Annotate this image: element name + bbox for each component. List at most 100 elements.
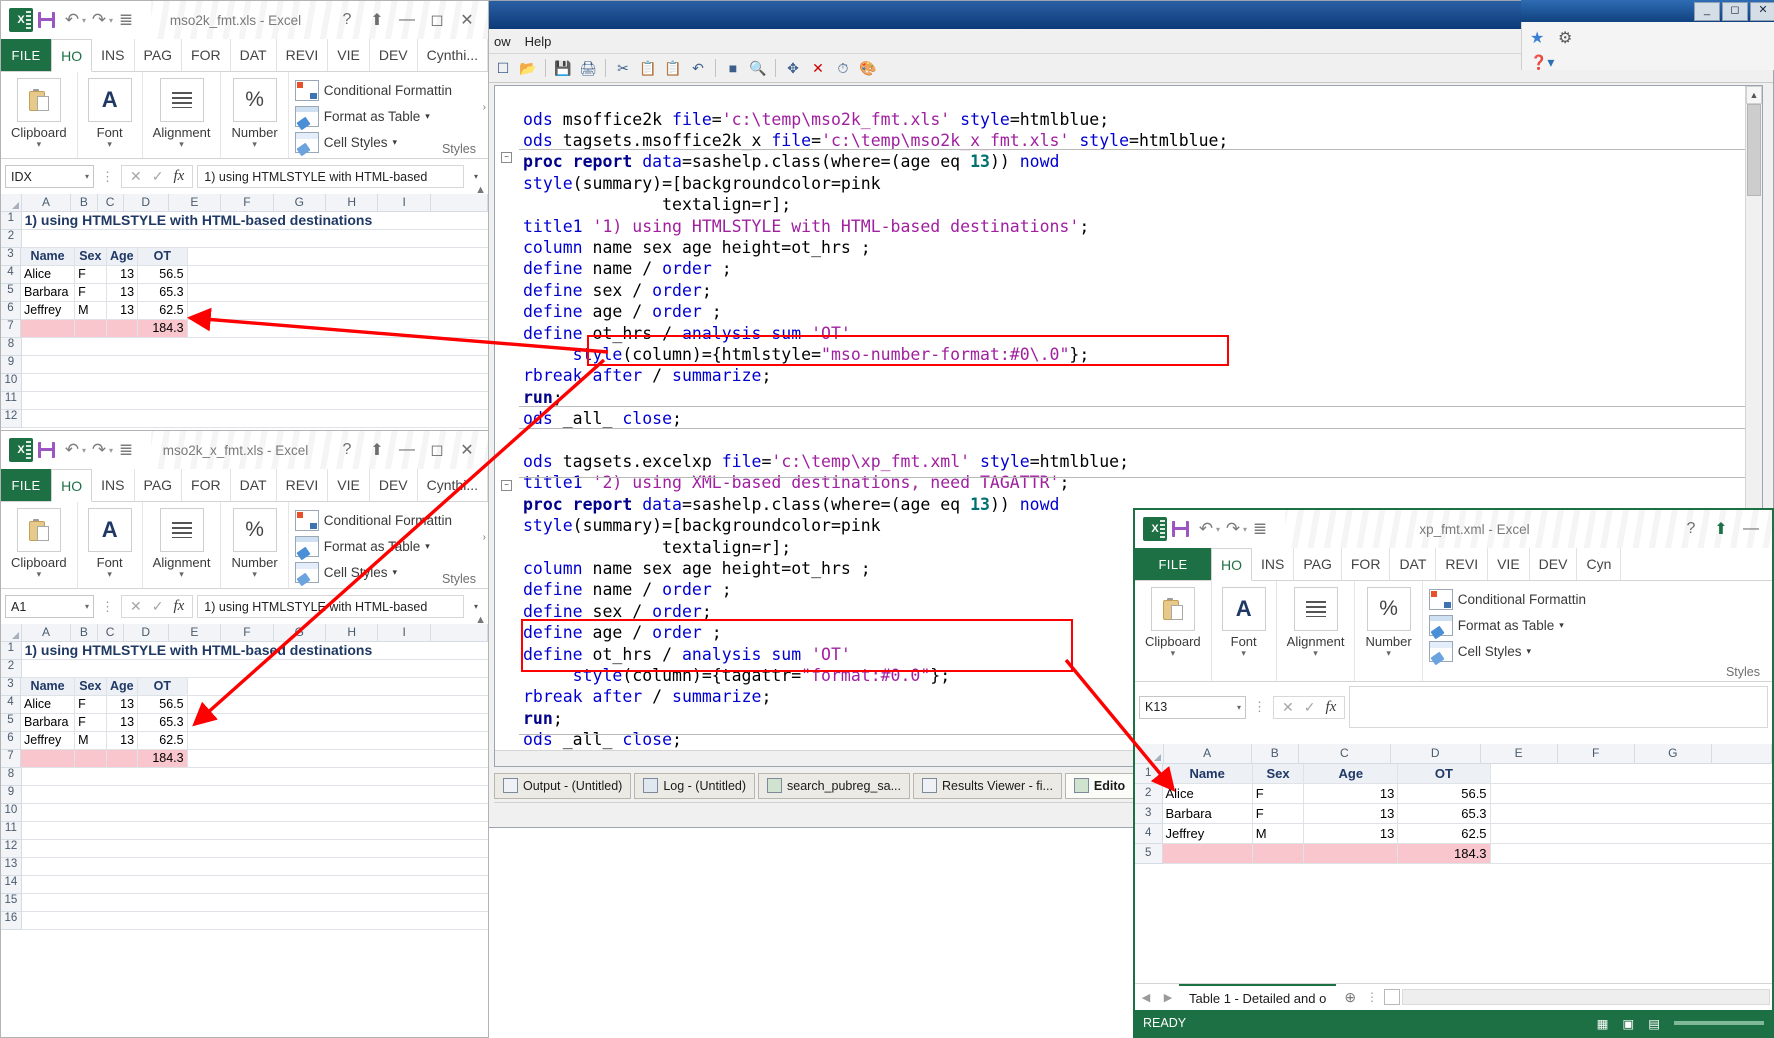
clipboard-icon[interactable] bbox=[16, 78, 61, 122]
cell-age[interactable]: 13 bbox=[106, 732, 139, 750]
table-row[interactable]: 2 Alice F 13 56.5 bbox=[1135, 784, 1772, 804]
cancel-icon[interactable]: ✕ bbox=[130, 598, 142, 615]
tab-page-layout[interactable]: PAG bbox=[135, 39, 183, 71]
chevron-down-icon[interactable]: ▾ bbox=[179, 570, 184, 579]
excel2-formula-bar[interactable]: A1 ▾ ⋮ ✕ ✓ fx 1) using HTMLSTYLE with HT… bbox=[1, 589, 488, 624]
formula-bar-buttons[interactable]: ✕ ✓ fx bbox=[121, 165, 194, 188]
cell-age[interactable]: 13 bbox=[1304, 824, 1399, 844]
cut-icon[interactable]: ✂ bbox=[612, 57, 634, 79]
chevron-down-icon[interactable]: ▾ bbox=[425, 111, 430, 122]
clock-icon[interactable]: ⏱ bbox=[832, 57, 854, 79]
table-row[interactable]: 12 bbox=[1, 410, 488, 428]
copy-icon[interactable]: 📋 bbox=[637, 57, 659, 79]
row-header[interactable]: 9 bbox=[1, 786, 22, 804]
excel2-ribbon[interactable]: Clipboard ▾ A Font ▾ Alignment ▾ % Numbe… bbox=[1, 502, 488, 626]
cell-ot[interactable]: 65.3 bbox=[138, 284, 188, 302]
col-header-h[interactable]: H bbox=[326, 194, 379, 212]
cell-sex[interactable]: F bbox=[75, 696, 107, 714]
ribbon-group-number[interactable]: % Number ▾ bbox=[221, 502, 289, 588]
row-header[interactable]: 3 bbox=[1, 678, 22, 696]
col-header-g[interactable]: G bbox=[273, 194, 327, 212]
tab-insert[interactable]: INS bbox=[92, 469, 135, 501]
tab-cynthia[interactable]: Cyn bbox=[1577, 548, 1622, 580]
sas-tab-output[interactable]: Output - (Untitled) bbox=[494, 772, 632, 799]
summary-cell-name[interactable] bbox=[21, 750, 76, 768]
favorites-star-icon[interactable]: ★ bbox=[1530, 28, 1544, 48]
excel2-ribbon-tabs[interactable]: FILE HO INS PAG FOR DAT REVI VIE DEV Cyn… bbox=[1, 469, 488, 502]
table-header-row[interactable]: 3 Name Sex Age OT bbox=[1, 678, 488, 696]
table-row[interactable]: 8 bbox=[1, 338, 488, 356]
ribbon-group-number[interactable]: % Number ▾ bbox=[1355, 581, 1423, 681]
excel1-ribbon-tabs[interactable]: FILE HO INS PAG FOR DAT REVI VIE DEV Cyn… bbox=[1, 39, 488, 72]
enter-icon[interactable]: ✓ bbox=[152, 598, 164, 615]
enter-icon[interactable]: ✓ bbox=[152, 168, 164, 185]
ribbon-group-styles[interactable]: Conditional Formattin Format as Table ▾ … bbox=[289, 72, 488, 158]
tab-review[interactable]: REVI bbox=[277, 39, 329, 71]
cell-sex[interactable]: M bbox=[1252, 824, 1305, 844]
tab-home[interactable]: HO bbox=[51, 39, 93, 72]
chevron-down-icon[interactable]: ▾ bbox=[37, 140, 42, 149]
table-row[interactable]: 4 Alice F 13 56.5 bbox=[1, 266, 488, 284]
row-header[interactable]: 11 bbox=[1, 392, 22, 410]
header-name[interactable]: Name bbox=[21, 248, 76, 266]
tab-file[interactable]: FILE bbox=[1, 39, 52, 71]
chevron-down-icon[interactable]: ▾ bbox=[1241, 649, 1246, 658]
conditional-formatting-button[interactable]: Conditional Formattin bbox=[294, 507, 482, 533]
header-ot[interactable]: OT bbox=[1398, 764, 1491, 784]
table-row[interactable]: 4 Jeffrey M 13 62.5 bbox=[1135, 824, 1772, 844]
cell-name[interactable]: Jeffrey bbox=[1162, 824, 1253, 844]
header-sex[interactable]: Sex bbox=[1252, 764, 1305, 784]
format-as-table-button[interactable]: Format as Table ▾ bbox=[294, 103, 482, 129]
chevron-down-icon[interactable]: ▾ bbox=[1559, 620, 1564, 631]
find-icon[interactable]: 🔍 bbox=[747, 57, 769, 79]
customize-quick-access-icon[interactable]: ≣ bbox=[1247, 516, 1273, 542]
select-all-corner[interactable] bbox=[1, 194, 22, 212]
row-header[interactable]: 3 bbox=[1, 248, 22, 266]
cell-ot[interactable]: 56.5 bbox=[138, 696, 188, 714]
collapse-ribbon-icon[interactable]: ▲ bbox=[475, 184, 486, 196]
insert-function-icon[interactable]: fx bbox=[173, 598, 184, 615]
header-sex[interactable]: Sex bbox=[75, 248, 107, 266]
tab-page-layout[interactable]: PAG bbox=[135, 469, 183, 501]
row-header[interactable]: 11 bbox=[1, 822, 22, 840]
col-header-b[interactable]: B bbox=[71, 194, 98, 212]
font-icon[interactable]: A bbox=[87, 78, 132, 122]
select-all-corner[interactable] bbox=[1, 624, 22, 642]
row-header[interactable]: 7 bbox=[1, 320, 22, 338]
excel3-ribbon-tabs[interactable]: FILE HO INS PAG FOR DAT REVI VIE DEV Cyn bbox=[1135, 548, 1772, 581]
summary-row[interactable]: 7 184.3 bbox=[1, 320, 488, 338]
save-icon[interactable]: 💾 bbox=[552, 57, 574, 79]
name-box[interactable]: IDX ▾ bbox=[5, 165, 94, 188]
col-header-c[interactable]: C bbox=[1298, 744, 1391, 764]
chevron-down-icon[interactable]: ▾ bbox=[1171, 649, 1176, 658]
summary-cell-sex[interactable] bbox=[75, 320, 107, 338]
new-program-icon[interactable]: ☐ bbox=[492, 57, 514, 79]
ribbon-group-clipboard[interactable]: Clipboard ▾ bbox=[1135, 581, 1212, 681]
format-as-table-button[interactable]: Format as Table ▾ bbox=[1428, 612, 1766, 638]
tab-developer[interactable]: DEV bbox=[370, 469, 418, 501]
summary-cell-age[interactable] bbox=[106, 750, 139, 768]
summary-row[interactable]: 5 184.3 bbox=[1135, 844, 1772, 864]
excel1-grid[interactable]: A B C D E F G H I 1 1) using HTMLSTYLE w… bbox=[1, 194, 488, 428]
sas-tab-search-pubreg[interactable]: search_pubreg_sa... bbox=[758, 772, 910, 799]
tab-view[interactable]: VIE bbox=[328, 469, 370, 501]
cell-sex[interactable]: M bbox=[75, 302, 107, 320]
normal-view-icon[interactable]: ▦ bbox=[1597, 1016, 1609, 1031]
close-icon[interactable]: ✕ bbox=[452, 10, 482, 30]
chevron-down-icon[interactable]: ▾ bbox=[393, 137, 398, 148]
tab-formulas[interactable]: FOR bbox=[182, 39, 231, 71]
menu-item-help[interactable]: Help bbox=[525, 34, 552, 49]
cell-name[interactable]: Jeffrey bbox=[21, 302, 76, 320]
tab-file[interactable]: FILE bbox=[1, 469, 52, 501]
chevron-down-icon[interactable]: ▾ bbox=[252, 570, 257, 579]
header-ot[interactable]: OT bbox=[138, 678, 188, 696]
quick-save-icon[interactable] bbox=[33, 7, 59, 33]
tab-cynthia[interactable]: Cynthi... bbox=[418, 39, 488, 71]
row-header[interactable]: 12 bbox=[1, 410, 22, 428]
cell-ot[interactable]: 56.5 bbox=[138, 266, 188, 284]
tab-formulas[interactable]: FOR bbox=[1342, 548, 1391, 580]
page-layout-icon[interactable]: ▣ bbox=[1622, 1016, 1634, 1031]
col-header-a[interactable]: A bbox=[21, 624, 72, 642]
col-header-c[interactable]: C bbox=[97, 624, 124, 642]
cell-ot[interactable]: 65.3 bbox=[1398, 804, 1491, 824]
